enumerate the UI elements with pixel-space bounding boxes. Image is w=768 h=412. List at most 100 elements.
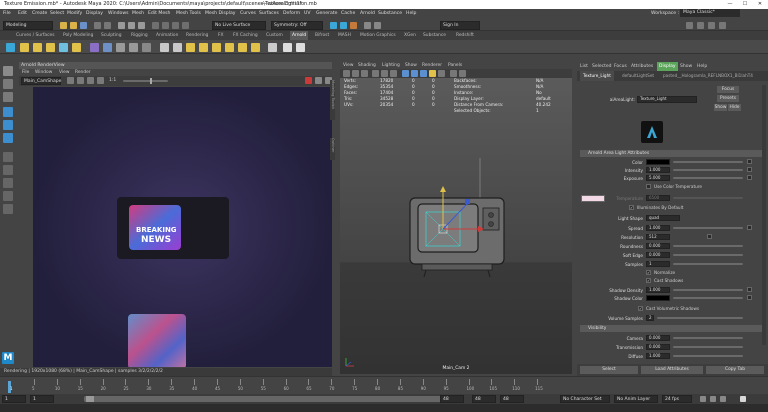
resolution-gate-icon[interactable] (390, 70, 397, 77)
render-settings-icon[interactable] (350, 22, 357, 29)
playblast-icon[interactable] (283, 43, 292, 52)
wireframe-icon[interactable] (402, 70, 409, 77)
undo-icon[interactable] (94, 22, 101, 29)
shadow-color-map-button[interactable] (747, 295, 752, 300)
hide-button[interactable]: Hide (728, 104, 741, 111)
mode-dropdown[interactable]: Modeling (3, 21, 53, 30)
vis-diffuse-field[interactable]: 1.000 (646, 353, 670, 359)
temperature-slider[interactable] (673, 197, 743, 199)
focus-button[interactable]: Focus (717, 86, 739, 93)
color-swatch[interactable] (646, 159, 670, 165)
presets-button[interactable]: Presets (717, 95, 739, 102)
menu-help[interactable]: Help (406, 9, 416, 18)
menu-mesh-display[interactable]: Mesh Display (205, 9, 236, 18)
rv-crop-icon[interactable] (77, 77, 84, 84)
modeling-toolkit-icon[interactable] (686, 22, 693, 29)
key-icon[interactable] (720, 396, 726, 402)
ae-tab-pasted[interactable]: pasted__Hologramla_REFLNBOX1_Bl1lahT4 (663, 71, 753, 81)
viewport-canvas[interactable]: Verts: Edges: Faces: Tris: UVs: 17820 35… (340, 78, 572, 374)
menu-mesh[interactable]: Mesh (132, 9, 144, 18)
menu-file[interactable]: File (3, 9, 11, 18)
intensity-field[interactable]: 1.000 (646, 167, 670, 173)
sound-icon[interactable] (710, 396, 716, 402)
character-set-dropdown[interactable]: No Character Set (560, 395, 610, 403)
render-view-shelf-icon[interactable] (268, 43, 277, 52)
camera-attr-icon[interactable] (343, 70, 350, 77)
normalize-checkbox[interactable]: ✓ (646, 270, 651, 275)
menu-uv[interactable]: UV (304, 9, 311, 18)
load-attributes-button[interactable]: Load Attributes (641, 366, 703, 374)
shelf-tab-substance[interactable]: Substance (423, 31, 446, 40)
snap-grid-icon[interactable] (152, 22, 159, 29)
film-gate-icon[interactable] (381, 70, 388, 77)
vp-menu-shading[interactable]: Shading (358, 62, 376, 69)
attribute-editor-icon[interactable] (697, 22, 704, 29)
export-standin-icon[interactable] (129, 43, 138, 52)
snap-view-icon[interactable] (182, 22, 189, 29)
shelf-tab-fx-caching[interactable]: FX Caching (233, 31, 258, 40)
rv-channel-icon[interactable] (87, 77, 94, 84)
shelf-tab-rendering[interactable]: Rendering (186, 31, 208, 40)
scale-tool-icon[interactable] (3, 133, 13, 143)
ae-menu-help[interactable]: Help (697, 62, 707, 71)
bookmark-icon[interactable] (352, 70, 359, 77)
ae-menu-focus[interactable]: Focus (614, 62, 627, 71)
paint-select-icon[interactable] (3, 92, 13, 102)
section-arnold-area-light[interactable]: Arnold Area Light Attributes (580, 150, 765, 157)
ae-tab-default-light-set[interactable]: defaultLightSet (622, 71, 654, 81)
shadow-density-field[interactable]: 1.000 (646, 287, 670, 293)
menu-edit-mesh[interactable]: Edit Mesh (148, 9, 170, 18)
gobo-icon[interactable] (212, 43, 221, 52)
new-scene-icon[interactable] (60, 22, 67, 29)
shelf-tab-rigging[interactable]: Rigging (131, 31, 148, 40)
smooth-shade-icon[interactable] (411, 70, 418, 77)
select-component-icon[interactable] (138, 22, 145, 29)
open-scene-icon[interactable] (70, 22, 77, 29)
menu-windows[interactable]: Windows (108, 9, 129, 18)
channel-box-icon[interactable] (719, 22, 726, 29)
menu-surfaces[interactable]: Surfaces (259, 9, 279, 18)
select-tool-icon[interactable] (3, 66, 13, 76)
ae-menu-show[interactable]: Show (680, 62, 692, 71)
fps-dropdown[interactable]: 24 fps (662, 395, 692, 403)
texture-manager-icon[interactable] (142, 43, 151, 52)
maximize-button[interactable]: ☐ (737, 0, 753, 9)
playback-end-field[interactable]: 48 (440, 395, 464, 403)
light-editor-icon[interactable] (186, 43, 195, 52)
rv-fit-icon[interactable] (97, 77, 104, 84)
layout-single-icon[interactable] (3, 152, 13, 162)
soft-edge-slider[interactable] (673, 254, 743, 256)
shadow-density-map-button[interactable] (747, 287, 752, 292)
ae-menu-selected[interactable]: Selected (592, 62, 612, 71)
menu-create[interactable]: Create (32, 9, 47, 18)
shelf-tab-animation[interactable]: Animation (156, 31, 178, 40)
shelf-tab-custom[interactable]: Custom (266, 31, 283, 40)
soft-edge-field[interactable]: 0.000 (646, 252, 670, 258)
standin-icon[interactable] (116, 43, 125, 52)
exposure-attr-slider[interactable] (673, 177, 743, 179)
menu-cache[interactable]: Cache (341, 9, 355, 18)
use-lights-icon[interactable] (429, 70, 436, 77)
volume-samples-slider[interactable] (657, 317, 743, 319)
flush-cache-icon[interactable] (296, 43, 305, 52)
curve-collector-icon[interactable] (160, 43, 169, 52)
layout-graph-icon[interactable] (3, 204, 13, 214)
cast-shadows-checkbox[interactable]: ✓ (646, 278, 651, 283)
light-decay-icon[interactable] (251, 43, 260, 52)
skydome-light-icon[interactable] (59, 43, 68, 52)
range-start-handle[interactable] (86, 396, 94, 402)
menu-generate[interactable]: Generate (316, 9, 337, 18)
color-slider[interactable] (673, 161, 743, 163)
rv-menu-render[interactable]: Render (75, 69, 91, 76)
camera-dropdown[interactable]: Main_CamShape (21, 77, 61, 85)
node-name-field[interactable]: Texture_Light (637, 96, 697, 103)
hypershade-icon[interactable] (364, 22, 371, 29)
volume-icon[interactable] (103, 43, 112, 52)
exposure-slider[interactable] (123, 80, 168, 82)
vis-transmission-slider[interactable] (673, 346, 743, 348)
menu-edit[interactable]: Edit (18, 9, 27, 18)
command-line[interactable] (0, 404, 768, 412)
cast-volumetric-checkbox[interactable]: ✓ (638, 306, 643, 311)
select-object-icon[interactable] (128, 22, 135, 29)
vp-menu-show[interactable]: Show (405, 62, 417, 69)
